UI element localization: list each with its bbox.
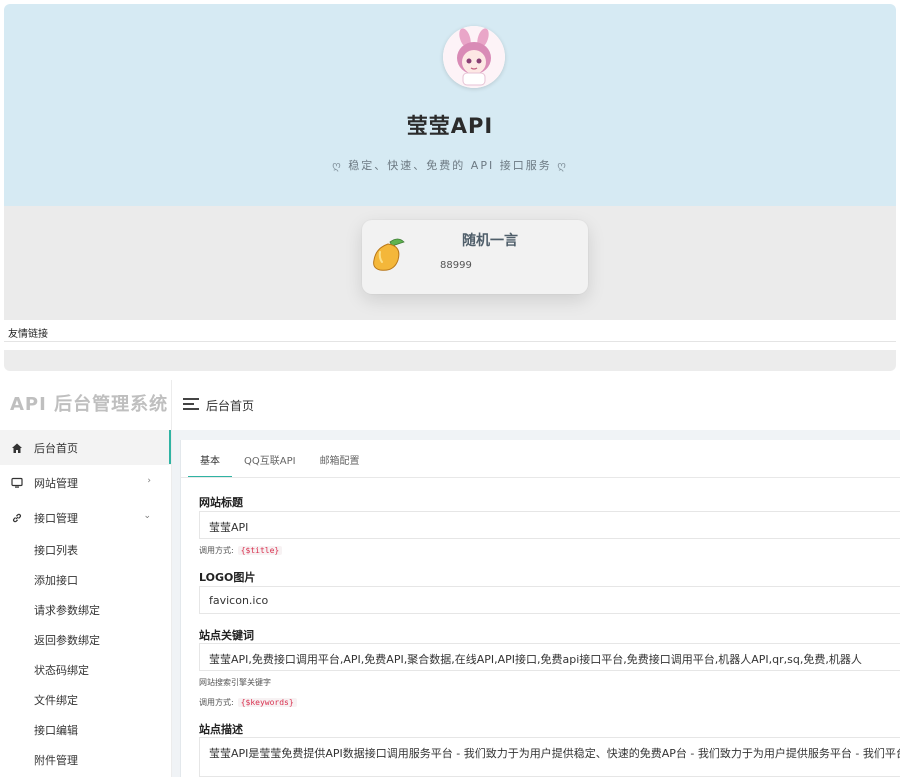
random-quote-card[interactable]: 随机一言 88999: [362, 220, 588, 294]
sidebar-subitem-api-edit[interactable]: 接口编辑: [0, 715, 171, 745]
avatar: [443, 26, 505, 88]
sidebar-item-label: 接口管理: [34, 511, 78, 525]
friend-links-bar: 友情链接: [4, 320, 896, 342]
site-title: 莹莹API: [406, 114, 494, 138]
chevron-down-icon: ⌄: [143, 511, 151, 521]
sidebar: 后台首页 网站管理 › 接口管理 ⌄ 接口列表 添加接口 请求参数绑定 返回参数…: [0, 430, 171, 775]
call-method-label: 调用方式:: [199, 698, 234, 707]
sidebar-item-api-management[interactable]: 接口管理 ⌄: [0, 500, 171, 535]
menu-toggle-icon[interactable]: [183, 398, 199, 410]
keywords-call-hint: 调用方式: {$keywords}: [199, 697, 297, 708]
description-label: 站点描述: [199, 723, 243, 736]
tabs-divider: [180, 477, 900, 478]
site-hero: 莹莹API ღ 稳定、快速、免费的 API 接口服务 ღ: [4, 4, 896, 206]
sidebar-item-site-management[interactable]: 网站管理 ›: [0, 465, 171, 500]
sidebar-subitem-request-params[interactable]: 请求参数绑定: [0, 595, 171, 625]
sidebar-subitem-attachments[interactable]: 附件管理: [0, 745, 171, 775]
sidebar-subitem-response-params[interactable]: 返回参数绑定: [0, 625, 171, 655]
heart-deco-icon: ღ: [332, 159, 343, 172]
site-title-input[interactable]: 莹莹API: [199, 511, 900, 539]
card-title: 随机一言: [462, 233, 518, 249]
home-icon: [10, 441, 24, 455]
site-subtitle: ღ 稳定、快速、免费的 API 接口服务 ღ: [4, 157, 896, 173]
sidebar-item-label: 后台首页: [34, 441, 78, 455]
sidebar-item-home[interactable]: 后台首页: [0, 430, 171, 465]
keywords-code-tag: {$keywords}: [237, 698, 297, 707]
description-input[interactable]: 莹莹API是莹莹免费提供API数据接口调用服务平台 - 我们致力于为用户提供稳定…: [199, 737, 900, 777]
title-code-tag: {$title}: [237, 546, 283, 555]
tab-email[interactable]: 邮箱配置: [308, 444, 372, 478]
keywords-hint: 网站搜索引擎关键字: [199, 678, 271, 687]
friend-links-label: 友情链接: [8, 329, 48, 340]
sidebar-subitem-add-api[interactable]: 添加接口: [0, 565, 171, 595]
sidebar-subitem-api-list[interactable]: 接口列表: [0, 535, 171, 565]
link-icon: [10, 511, 24, 525]
title-call-hint: 调用方式: {$title}: [199, 545, 283, 556]
heart-deco-icon: ღ: [557, 159, 568, 172]
logo-input[interactable]: favicon.ico: [199, 586, 900, 614]
tab-basic[interactable]: 基本: [188, 444, 232, 478]
site-title-label: 网站标题: [199, 496, 243, 509]
active-indicator: [169, 430, 171, 464]
card-quote-text: 88999: [440, 260, 472, 271]
keywords-label: 站点关键词: [199, 629, 254, 642]
sidebar-item-label: 网站管理: [34, 476, 78, 490]
sidebar-subitem-file-binding[interactable]: 文件绑定: [0, 685, 171, 715]
monitor-icon: [10, 476, 24, 490]
keywords-input[interactable]: 莹莹API,免费接口调用平台,API,免费API,聚合数据,在线API,API接…: [199, 643, 900, 671]
settings-tabs: 基本 QQ互联API 邮箱配置: [188, 444, 372, 478]
mango-icon: [373, 238, 405, 271]
admin-logo: API 后台管理系统: [10, 394, 169, 415]
logo-label: LOGO图片: [199, 571, 256, 584]
site-footer: [4, 350, 896, 371]
header-title: 后台首页: [206, 399, 255, 413]
anime-girl-avatar-icon: [443, 26, 505, 88]
call-method-label: 调用方式:: [199, 546, 234, 555]
sidebar-subitem-status-codes[interactable]: 状态码绑定: [0, 655, 171, 685]
site-subtitle-text: 稳定、快速、免费的 API 接口服务: [348, 159, 552, 172]
chevron-right-icon: ›: [147, 476, 151, 486]
tab-qq-connect[interactable]: QQ互联API: [232, 444, 308, 478]
